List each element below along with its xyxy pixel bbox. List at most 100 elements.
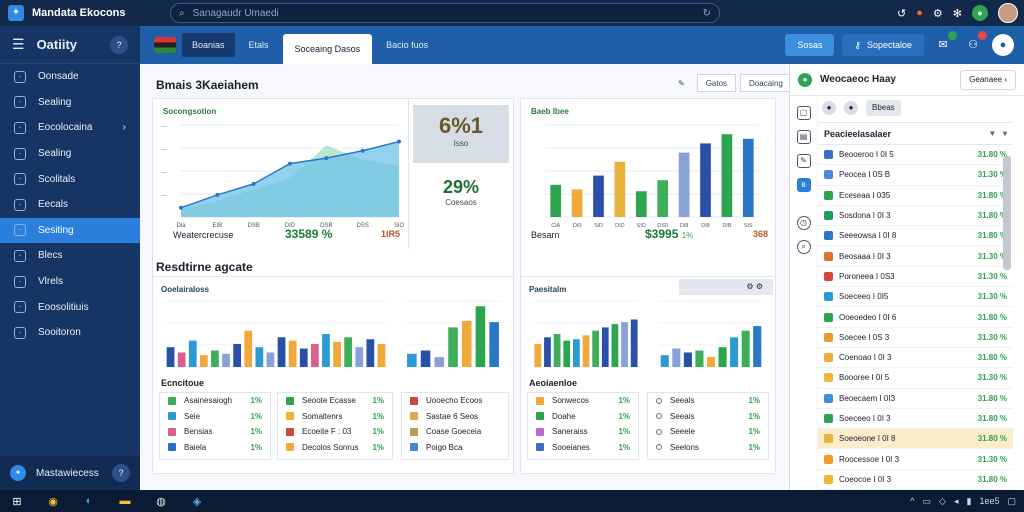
sync-icon[interactable]: ↺	[897, 7, 906, 20]
search-input[interactable]: ⌕ Sanagaudr Umaedi ↻	[170, 3, 720, 23]
windows-start-icon[interactable]: ⊞	[4, 491, 30, 511]
bar	[177, 352, 186, 367]
list-item[interactable]: Peocea I 0S B 31.30 %	[818, 165, 1013, 186]
nav-button[interactable]: Sosas	[785, 34, 835, 56]
list-item[interactable]: Eceseaa I 035 31.80 %	[818, 186, 1013, 206]
sidebar-item-9[interactable]: · Eoosolitiuis	[0, 294, 140, 320]
people-icon[interactable]: ⚇	[962, 31, 987, 56]
list-item-icon	[824, 211, 833, 221]
legend-label: Seeele	[670, 427, 695, 437]
ctrl-button-1[interactable]: Gatos	[696, 74, 737, 92]
bell-icon[interactable]: ●	[822, 101, 836, 115]
explorer-icon[interactable]: ▬	[112, 491, 138, 511]
list-item[interactable]: Coenoao I 0I 3 31.80 %	[818, 348, 1013, 369]
sidebar-item-6[interactable]: · Sesiting	[0, 217, 140, 244]
tray-arrow-icon[interactable]: ^	[910, 496, 914, 506]
sidebar-item-1[interactable]: · Sealing	[0, 90, 140, 116]
sidebar-item-5[interactable]: · Eecals	[0, 192, 140, 218]
sidebar-item-8[interactable]: · Vlrels	[0, 269, 140, 295]
sidebar-item-0[interactable]: · Oonsade	[0, 64, 140, 90]
sidebar-footer[interactable]: ✦ Mastawiecess ?	[0, 456, 140, 490]
refresh-icon[interactable]: ↻	[703, 8, 711, 19]
list-item[interactable]: Poroneea I 0S3 31.30 %	[818, 267, 1013, 288]
panel-tool-button[interactable]: Bbeas	[866, 100, 901, 116]
status-badge-icon[interactable]: ●	[972, 5, 988, 21]
footer-right: 1IR5	[381, 229, 401, 239]
browser-icon[interactable]: ◍	[148, 491, 174, 511]
list-item[interactable]: Beooeroo I 0I 5 31.80 %	[818, 145, 1013, 166]
sidebar-item-10[interactable]: · Sooitoron	[0, 320, 140, 346]
tray-speaker-icon[interactable]: ◂	[954, 496, 959, 507]
app-logo-icon: ✦	[8, 5, 24, 21]
list-item[interactable]: Beoecaem I 0I3 31.80 %	[818, 389, 1013, 409]
drop-icon[interactable]: ●	[992, 34, 1014, 56]
list-item[interactable]: Soeoeone I 0I 8 31.80 %	[818, 429, 1013, 450]
legend-label: Sastae 6 Seos	[426, 411, 479, 421]
bar	[344, 337, 353, 367]
save-icon[interactable]: ▤	[796, 130, 811, 144]
legend-label: Seeals	[670, 396, 695, 406]
list-item[interactable]: Coeocoe I 0I 3 31.80 %	[818, 470, 1013, 491]
list-item[interactable]: Seeeowsa I 0I 8 31.80 %	[818, 226, 1013, 247]
sidebar-item-2[interactable]: · Eocolocaina ›	[0, 115, 140, 141]
grouped-chart-card: Ooelairaloss Ecncitoue Asainesaiogh 1% Sei…	[152, 276, 514, 474]
chart-toolbar[interactable]: ⚙ ⚙	[679, 279, 773, 295]
bar	[255, 347, 264, 367]
draw-tool-icon[interactable]: ✎	[670, 74, 693, 92]
chrome-icon[interactable]: ◉	[40, 491, 66, 511]
tray-battery-icon[interactable]: ▮	[967, 496, 972, 507]
list-item-value: 31.30 %	[977, 373, 1007, 383]
tray-shield-icon[interactable]: ◇	[939, 496, 946, 507]
list-item[interactable]: Ooeoedeo I 0I 6 31.80 %	[818, 307, 1013, 328]
main-content: Bmais 3Kaeiahem ✎ Gatos Doacaing Socongs…	[140, 64, 792, 490]
legend-swatch	[536, 412, 544, 421]
bluetooth-icon[interactable]: ʙ	[796, 178, 811, 192]
zoom-icon[interactable]: ⌕	[796, 240, 811, 254]
list-item[interactable]: Roocessoe I 0I 3 31.30 %	[818, 449, 1013, 470]
list-item[interactable]: Soeceeo I 0I5 31.30 %	[818, 287, 1013, 308]
info-icon[interactable]: ?	[112, 464, 130, 482]
fire-icon[interactable]: ●	[916, 7, 923, 19]
lock-icon[interactable]: ●	[844, 101, 858, 115]
gear-icon[interactable]: ⚙	[933, 7, 943, 20]
edge-icon[interactable]: ◐	[76, 491, 102, 511]
sidebar-item-label: Vlrels	[38, 276, 64, 288]
data-point	[179, 205, 183, 210]
tab-2[interactable]: Etals	[239, 33, 279, 57]
sidebar-item-label: Scolitals	[38, 173, 76, 185]
tab-1[interactable]: Boanias	[182, 33, 235, 57]
tab-4[interactable]: Bacio fuos	[376, 33, 438, 57]
legend-1: Asainesaiogh 1% Seie 1% Bensias 1% Baiela 1%	[159, 392, 271, 460]
list-item[interactable]: Boooree I 0I 5 31.30 %	[818, 368, 1013, 389]
ctrl-button-2[interactable]: Doacaing	[740, 74, 792, 92]
help-icon[interactable]: ?	[110, 35, 128, 54]
sidebar-item-4[interactable]: · Scolitals	[0, 166, 140, 192]
sort-icon[interactable]: ▼ ▾	[988, 129, 1007, 138]
chat-icon[interactable]: ✉	[932, 31, 957, 56]
sidebar-item-3[interactable]: · Sealing	[0, 141, 140, 167]
list-item[interactable]: Soeceeo I 0I 3 31.80 %	[818, 409, 1013, 430]
time-icon[interactable]: ◷	[796, 216, 811, 230]
sidebar-item-label: Blecs	[38, 250, 63, 262]
list-item[interactable]: Beosaaa I 0I 3 31.30 %	[818, 246, 1013, 267]
legend-label: Doahe	[552, 411, 576, 421]
copy-icon[interactable]: ▢	[796, 106, 811, 120]
notification-icon[interactable]: ▢	[1007, 496, 1016, 507]
avatar[interactable]	[998, 3, 1018, 23]
settings-icon[interactable]: ✻	[953, 7, 962, 20]
edit-icon[interactable]: ✎	[796, 154, 811, 168]
app-icon[interactable]: ◈	[184, 491, 210, 511]
sidebar-item-7[interactable]: · Blecs	[0, 243, 140, 269]
list-item[interactable]: Sosdona I 0I 3 31.80 %	[818, 206, 1013, 227]
bar	[678, 152, 690, 217]
nav-button-2[interactable]: ⚷ Sopectaloe	[842, 34, 924, 56]
list-item[interactable]: Soecee I 0S 3 31.30 %	[818, 328, 1013, 348]
legend-item: Seoote Ecasse 1%	[278, 393, 392, 409]
panel-select[interactable]: Geanaee ‹	[960, 69, 1016, 90]
tab-3[interactable]: Soceaing Dasos	[282, 34, 373, 64]
tray-network-icon[interactable]: ▭	[923, 496, 932, 507]
list-item-label: Beooeroo I 0I 5	[839, 150, 894, 160]
scrollbar[interactable]	[1003, 156, 1011, 270]
sidebar-item-label: Sealing	[38, 96, 72, 108]
menu-icon[interactable]: ☰	[12, 36, 25, 53]
